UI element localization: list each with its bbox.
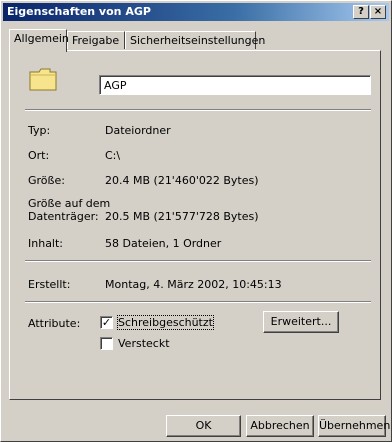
readonly-checkbox[interactable]: ✓ [100, 316, 113, 329]
separator [25, 109, 371, 111]
advanced-button[interactable]: Erweitert... [263, 311, 339, 333]
ok-button[interactable]: OK [166, 415, 241, 437]
help-button[interactable]: ? [353, 5, 369, 19]
type-label: Typ: [28, 124, 51, 137]
hidden-checkbox-label[interactable]: Versteckt [118, 337, 170, 350]
tab-sicherheitseinstellungen[interactable]: Sicherheitseinstellungen [125, 31, 265, 49]
size-on-disk-label-2: Datenträger: [28, 210, 99, 223]
cancel-button[interactable]: Abbrechen [246, 415, 314, 437]
location-label: Ort: [28, 149, 50, 162]
apply-button[interactable]: Übernehmen [318, 415, 390, 437]
close-button[interactable]: × [370, 5, 386, 19]
created-label: Erstellt: [28, 278, 71, 291]
properties-dialog: Eigenschaften von AGP ? × Allgemein Frei… [0, 0, 392, 442]
created-value: Montag, 4. März 2002, 10:45:13 [105, 278, 282, 291]
title-bar[interactable]: Eigenschaften von AGP ? × [3, 3, 389, 21]
attributes-label: Attribute: [28, 317, 81, 330]
window-title: Eigenschaften von AGP [7, 5, 151, 18]
separator [25, 260, 371, 262]
hidden-checkbox[interactable] [100, 337, 113, 350]
size-label: Größe: [28, 174, 65, 187]
folder-name-input[interactable]: AGP [99, 75, 371, 95]
size-value: 20.4 MB (21'460'022 Bytes) [105, 174, 259, 187]
location-value: C:\ [105, 149, 121, 162]
tab-freigabe[interactable]: Freigabe [67, 31, 125, 49]
contents-label: Inhalt: [28, 237, 64, 250]
contents-value: 58 Dateien, 1 Ordner [105, 237, 222, 250]
tab-allgemein[interactable]: Allgemein [9, 29, 69, 52]
type-value: Dateiordner [105, 124, 171, 137]
size-on-disk-label: Größe auf dem [28, 197, 111, 210]
size-on-disk-value: 20.5 MB (21'577'728 Bytes) [105, 210, 259, 223]
folder-icon [29, 68, 57, 91]
readonly-checkbox-label[interactable]: Schreibgeschützt [117, 315, 214, 330]
tab-panel-allgemein [9, 50, 381, 400]
separator [25, 301, 371, 303]
